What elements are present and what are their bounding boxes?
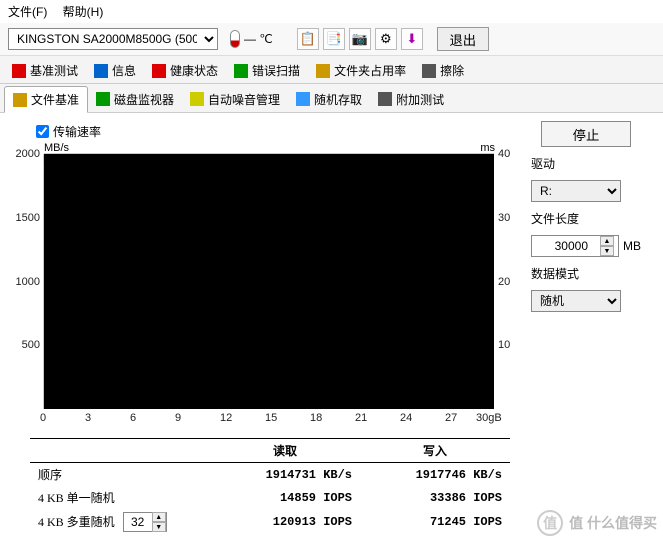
tab-健康状态[interactable]: 健康状态 xyxy=(144,58,226,83)
screenshot-icon[interactable]: 📷 xyxy=(349,28,371,50)
tab-文件夹占用率[interactable]: 文件夹占用率 xyxy=(308,58,414,83)
thread-count-value[interactable] xyxy=(124,515,152,529)
thread-count-spinner[interactable]: ▲▼ xyxy=(123,512,167,532)
file-length-input[interactable]: ▲▼ xyxy=(531,235,619,257)
table-row: 4 KB 多重随机▲▼120913 IOPS71245 IOPS xyxy=(30,509,510,535)
drive-select[interactable]: KINGSTON SA2000M8500G (500 gB) xyxy=(8,28,218,50)
tab-icon xyxy=(13,93,27,107)
tabs-row-1: 基准测试 信息 健康状态 错误扫描 文件夹占用率 擦除 xyxy=(0,56,663,84)
tab-label: 文件夹占用率 xyxy=(334,62,406,79)
col-write: 写入 xyxy=(360,439,510,463)
tab-icon xyxy=(296,92,310,106)
menu-bar: 文件(F) 帮助(H) xyxy=(0,0,663,23)
tab-icon xyxy=(316,64,330,78)
tab-附加测试[interactable]: 附加测试 xyxy=(370,86,452,112)
y-axis-left-title: MB/s xyxy=(44,142,69,154)
col-read: 读取 xyxy=(210,439,360,463)
tab-磁盘监视器[interactable]: 磁盘监视器 xyxy=(88,86,182,112)
exit-button[interactable]: 退出 xyxy=(437,27,489,51)
chart: MB/s ms 50010001500200010203040036912151… xyxy=(10,144,515,434)
tab-icon xyxy=(234,64,248,78)
watermark-text: 值 什么值得买 xyxy=(569,513,657,533)
side-panel: 停止 驱动 R: 文件长度 ▲▼ MB 数据模式 随机 xyxy=(531,121,641,535)
tab-label: 自动噪音管理 xyxy=(208,91,280,108)
settings-icon[interactable]: ⚙ xyxy=(375,28,397,50)
tab-label: 文件基准 xyxy=(31,91,79,108)
data-mode-select[interactable]: 随机 xyxy=(531,290,621,312)
tab-信息[interactable]: 信息 xyxy=(86,58,144,83)
watermark: 值 值 什么值得买 xyxy=(537,510,657,536)
drive-label: 驱动 xyxy=(531,155,641,172)
tab-icon xyxy=(94,64,108,78)
tab-label: 附加测试 xyxy=(396,91,444,108)
copy-icon[interactable]: 📋 xyxy=(297,28,319,50)
down-arrow-icon[interactable]: ⬇ xyxy=(401,28,423,50)
tab-错误扫描[interactable]: 错误扫描 xyxy=(226,58,308,83)
tab-基准测试[interactable]: 基准测试 xyxy=(4,58,86,83)
file-length-label: 文件长度 xyxy=(531,210,641,227)
temperature-value: — ℃ xyxy=(244,32,273,46)
length-down[interactable]: ▼ xyxy=(600,246,614,256)
smile-icon: 值 xyxy=(537,510,563,536)
tab-icon xyxy=(422,64,436,78)
tab-icon xyxy=(190,92,204,106)
tab-icon xyxy=(152,64,166,78)
tab-label: 磁盘监视器 xyxy=(114,91,174,108)
tab-label: 基准测试 xyxy=(30,62,78,79)
table-row: 4 KB 单一随机14859 IOPS33386 IOPS xyxy=(30,486,510,509)
data-mode-label: 数据模式 xyxy=(531,265,641,282)
length-up[interactable]: ▲ xyxy=(600,236,614,246)
results-table: 读取写入 顺序1914731 KB/s1917746 KB/s4 KB 单一随机… xyxy=(10,438,515,535)
tab-随机存取[interactable]: 随机存取 xyxy=(288,86,370,112)
menu-file[interactable]: 文件(F) xyxy=(8,5,47,19)
tab-label: 错误扫描 xyxy=(252,62,300,79)
tab-label: 健康状态 xyxy=(170,62,218,79)
tab-文件基准[interactable]: 文件基准 xyxy=(4,86,88,113)
spin-down[interactable]: ▼ xyxy=(152,522,166,532)
tab-擦除[interactable]: 擦除 xyxy=(414,58,472,83)
toolbar: KINGSTON SA2000M8500G (500 gB) — ℃ 📋 📑 📷… xyxy=(0,23,663,56)
menu-help[interactable]: 帮助(H) xyxy=(63,5,104,19)
copy-all-icon[interactable]: 📑 xyxy=(323,28,345,50)
temperature-display: — ℃ xyxy=(230,30,273,48)
y-axis-right-title: ms xyxy=(480,142,495,154)
tab-icon xyxy=(96,92,110,106)
drive-letter-select[interactable]: R: xyxy=(531,180,621,202)
tab-自动噪音管理[interactable]: 自动噪音管理 xyxy=(182,86,288,112)
stop-button[interactable]: 停止 xyxy=(541,121,631,147)
tab-icon xyxy=(378,92,392,106)
tabs-row-2: 文件基准 磁盘监视器 自动噪音管理 随机存取 附加测试 xyxy=(0,84,663,113)
file-length-value[interactable] xyxy=(536,239,590,253)
spin-up[interactable]: ▲ xyxy=(152,512,166,522)
tab-label: 信息 xyxy=(112,62,136,79)
tab-label: 擦除 xyxy=(440,62,464,79)
transfer-rate-checkbox[interactable] xyxy=(36,125,49,138)
transfer-rate-label: 传输速率 xyxy=(53,123,101,140)
thermometer-icon xyxy=(230,30,240,48)
file-length-unit: MB xyxy=(623,239,641,253)
tab-icon xyxy=(12,64,26,78)
table-row: 顺序1914731 KB/s1917746 KB/s xyxy=(30,463,510,487)
tab-label: 随机存取 xyxy=(314,91,362,108)
